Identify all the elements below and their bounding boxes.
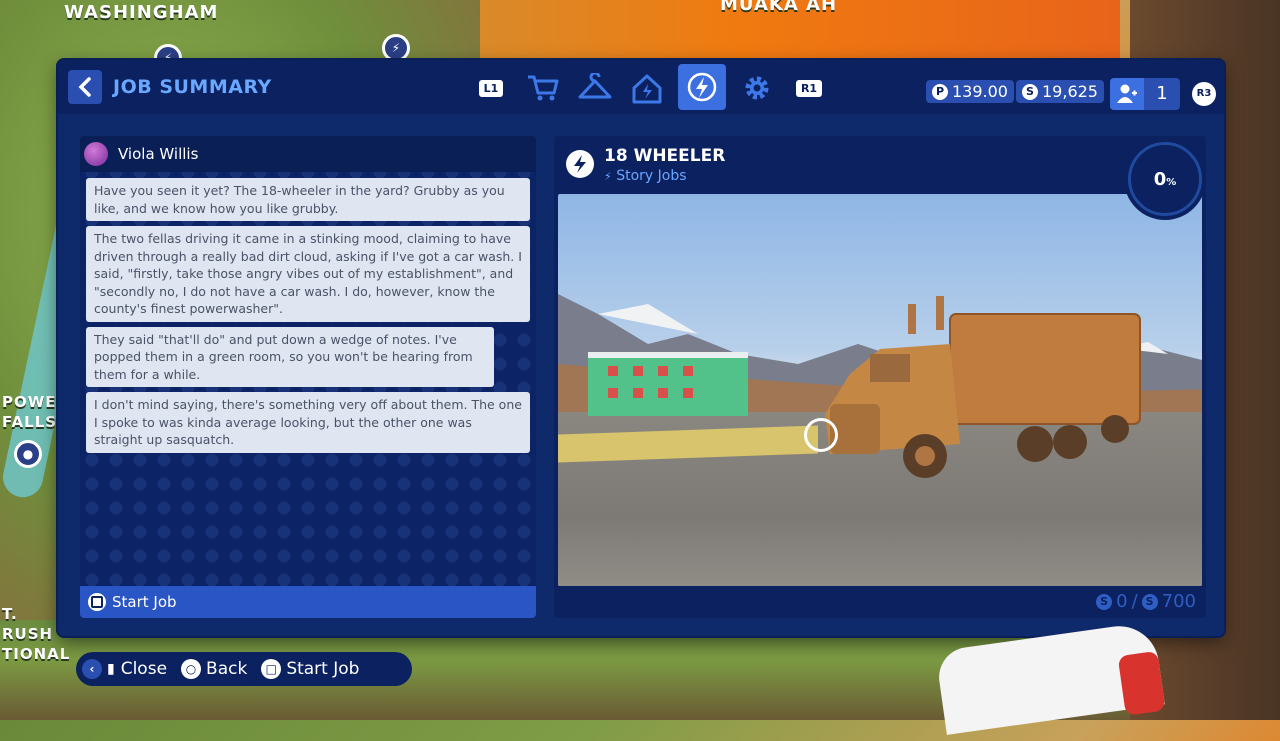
map-label-national: T. RUSH TIONAL: [2, 605, 71, 663]
panel-header: JOB SUMMARY L1 R1 P 139.00 S 19,625 1 R3: [58, 60, 1224, 114]
motel-building: [588, 352, 748, 416]
message-bubble: Have you seen it yet? The 18-wheeler in …: [86, 178, 530, 221]
map-label-muaka: MUAKA AH: [720, 0, 838, 15]
stick-icon: ▮: [107, 661, 115, 677]
map-label-power-falls: POWER FALLS: [2, 393, 70, 431]
job-preview-image: [558, 194, 1202, 586]
job-bolt-icon: [566, 150, 594, 178]
bolt-icon: [687, 72, 717, 102]
target-reticle: [804, 418, 838, 452]
tab-wardrobe[interactable]: [574, 68, 616, 108]
job-progress-value: 0: [1153, 168, 1167, 190]
message-list[interactable]: Have you seen it yet? The 18-wheeler in …: [80, 172, 536, 453]
total-reward: 700: [1161, 591, 1196, 612]
message-bubble: I don't mind saying, there's something v…: [86, 392, 530, 453]
player-count: 1: [1156, 83, 1168, 104]
message-panel: Viola Willis Have you seen it yet? The 1…: [80, 136, 536, 618]
money-coin-icon: S: [1022, 83, 1038, 100]
job-title: 18 WHEELER: [604, 146, 726, 166]
hanger-icon: [578, 73, 612, 99]
story-jobs-icon: ⚡: [604, 170, 612, 183]
add-player-icon: [1110, 78, 1144, 110]
message-bubble: The two fellas driving it came in a stin…: [86, 226, 530, 322]
square-button-icon: □: [261, 659, 282, 679]
square-button-icon: [88, 593, 106, 611]
job-progress-unit: %: [1166, 176, 1177, 188]
r3-button-hint: R3: [1192, 82, 1216, 106]
back-button[interactable]: [68, 70, 102, 104]
premium-currency-amount: 139.00: [952, 82, 1008, 101]
tab-next-button[interactable]: R1: [788, 68, 830, 108]
money-coin-icon: S: [1141, 593, 1158, 610]
contact-name: Viola Willis: [118, 145, 199, 163]
money-coin-icon: S: [1096, 593, 1113, 610]
player-invite[interactable]: 1: [1110, 78, 1180, 110]
cart-icon: [528, 75, 559, 101]
tab-settings[interactable]: [736, 68, 778, 108]
contact-header: Viola Willis: [80, 136, 536, 172]
map-location-pin[interactable]: ●: [14, 440, 42, 468]
money-amount: 19,625: [1042, 82, 1098, 101]
gear-icon: [745, 76, 769, 100]
job-card: 18 WHEELER ⚡ Story Jobs 0% S 0 / S 700: [554, 136, 1206, 618]
tab-bar: L1 R1: [470, 64, 830, 110]
start-job-label: Start Job: [112, 593, 177, 611]
tab-home[interactable]: [626, 68, 668, 108]
contact-avatar: [84, 142, 108, 166]
close-label: Close: [120, 659, 168, 679]
l1-button-hint: L1: [478, 79, 504, 97]
dirty-truck: [825, 296, 1141, 478]
house-icon: [632, 74, 662, 104]
close-button[interactable]: ‹ ▮ Close: [82, 659, 167, 679]
circle-button-icon: ○: [181, 659, 202, 679]
chevron-left-icon: ‹: [82, 659, 102, 679]
map-label-washingham: WASHINGHAM: [64, 2, 219, 23]
tab-shop[interactable]: [522, 68, 564, 108]
r1-button-hint: R1: [795, 79, 823, 97]
back-label: Back: [206, 659, 248, 679]
back-prompt-button[interactable]: ○ Back: [181, 659, 247, 679]
job-earnings: S 0 / S 700: [1096, 591, 1196, 612]
tab-prev-button[interactable]: L1: [470, 68, 512, 108]
job-summary-panel: JOB SUMMARY L1 R1 P 139.00 S 19,625 1 R3…: [58, 60, 1224, 636]
job-category-label: Story Jobs: [616, 168, 687, 184]
earnings-separator: /: [1131, 591, 1138, 612]
job-progress-ring: 0%: [1128, 142, 1202, 216]
chevron-left-icon: [78, 77, 91, 97]
earned-amount: 0: [1116, 591, 1128, 612]
start-label: Start Job: [286, 659, 360, 679]
premium-coin-icon: P: [932, 83, 948, 100]
message-bubble: They said "that'll do" and put down a we…: [86, 326, 494, 387]
button-prompts: ‹ ▮ Close ○ Back □ Start Job: [76, 652, 412, 686]
job-header: 18 WHEELER ⚡ Story Jobs: [554, 136, 1206, 192]
page-title: JOB SUMMARY: [113, 76, 272, 98]
tab-jobs[interactable]: [678, 64, 726, 110]
job-category: ⚡ Story Jobs: [604, 168, 687, 184]
start-job-prompt-button[interactable]: □ Start Job: [261, 659, 359, 679]
money-balance: S 19,625: [1016, 80, 1104, 103]
map-job-pin[interactable]: ⚡: [382, 34, 410, 62]
start-job-button[interactable]: Start Job: [80, 586, 536, 618]
premium-currency: P 139.00: [926, 80, 1014, 103]
